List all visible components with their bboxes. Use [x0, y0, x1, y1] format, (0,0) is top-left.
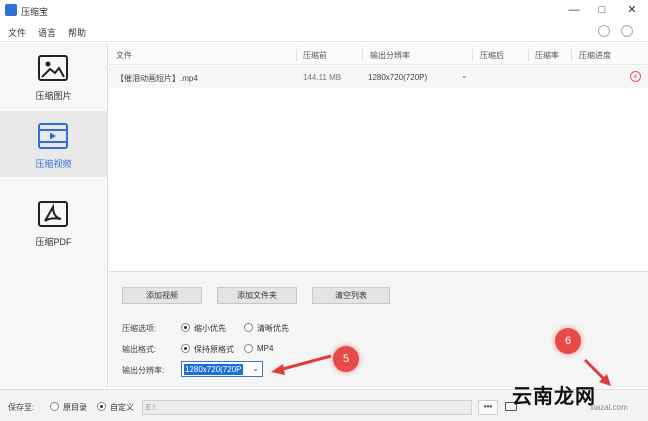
- file-name: 【催泪动画短片】.mp4: [116, 74, 198, 83]
- video-icon: [38, 123, 68, 149]
- menu-file[interactable]: 文件: [8, 26, 26, 39]
- sidebar-item-label: 压缩视频: [35, 159, 72, 169]
- sidebar-item-label: 压缩PDF: [35, 237, 72, 247]
- column-file: 文件: [116, 51, 132, 60]
- save-path-input[interactable]: E:\: [142, 400, 472, 415]
- menu-language[interactable]: 语言: [38, 26, 56, 39]
- add-video-button[interactable]: 添加视频: [122, 287, 202, 304]
- file-size-before: 144.11 MB: [303, 73, 342, 82]
- step-6-badge: 6: [555, 328, 581, 354]
- column-divider: [472, 47, 473, 61]
- output-format-label: 输出格式:: [122, 345, 157, 354]
- image-icon: [38, 55, 68, 81]
- column-divider: [296, 47, 297, 61]
- chevron-down-icon[interactable]: ⌄: [461, 71, 468, 80]
- user-icon[interactable]: [598, 25, 610, 37]
- sidebar-item-compress-pdf[interactable]: 压缩PDF: [0, 189, 107, 255]
- menu-help[interactable]: 帮助: [68, 26, 86, 39]
- annotation-arrow: [271, 354, 332, 375]
- sidebar-item-compress-image[interactable]: 压缩图片: [0, 43, 107, 109]
- column-divider: [362, 47, 363, 61]
- table-row[interactable]: 【催泪动画短片】.mp4 144.11 MB 1280x720(720P) ⌄ …: [109, 66, 648, 88]
- radio-original-dir-label[interactable]: 原目录: [63, 402, 87, 413]
- chevron-down-icon[interactable]: ⌄: [252, 364, 259, 373]
- watermark-text: 云南龙网: [512, 386, 596, 408]
- row-resolution-select[interactable]: 1280x720(720P): [368, 73, 427, 82]
- chat-icon[interactable]: [621, 25, 633, 37]
- radio-clear-priority-label[interactable]: 清晰优先: [257, 323, 289, 334]
- add-folder-button[interactable]: 添加文件夹: [217, 287, 297, 304]
- close-button[interactable]: ✕: [623, 2, 641, 18]
- column-after: 压缩后: [480, 51, 504, 60]
- column-before: 压缩前: [303, 51, 327, 60]
- watermark-url: xiazai.com: [590, 403, 628, 412]
- menu-bar: 文件 语言 帮助: [0, 20, 648, 42]
- compress-option-label: 压缩选项:: [122, 324, 157, 333]
- sidebar-item-compress-video[interactable]: 压缩视频: [0, 111, 107, 177]
- radio-original-dir[interactable]: [50, 402, 59, 411]
- sidebar-item-label: 压缩图片: [35, 91, 72, 101]
- radio-mp4[interactable]: [244, 344, 253, 353]
- browse-button[interactable]: •••: [478, 400, 498, 415]
- remove-file-icon[interactable]: ×: [630, 71, 641, 82]
- column-resolution: 输出分辨率: [370, 51, 410, 60]
- app-logo-icon: [5, 4, 17, 16]
- radio-custom-dir[interactable]: [97, 402, 106, 411]
- output-resolution-label: 输出分辨率:: [122, 366, 165, 375]
- app-title: 压缩宝: [21, 7, 49, 17]
- title-bar: 压缩宝 — □ ✕: [0, 0, 648, 20]
- clear-list-button[interactable]: 清空列表: [312, 287, 390, 304]
- radio-keep-format-label[interactable]: 保持原格式: [194, 344, 234, 355]
- column-divider: [528, 47, 529, 61]
- radio-custom-dir-label[interactable]: 自定义: [110, 402, 134, 413]
- minimize-button[interactable]: —: [565, 2, 583, 18]
- maximize-button[interactable]: □: [593, 2, 611, 18]
- radio-clear-priority[interactable]: [244, 323, 253, 332]
- file-table-header: 文件 压缩前 输出分辨率 压缩后 压缩率 压缩进度: [109, 43, 648, 65]
- column-ratio: 压缩率: [535, 51, 559, 60]
- pdf-icon: [38, 201, 68, 227]
- column-divider: [571, 47, 572, 61]
- resolution-select[interactable]: 1280x720(720P ⌄: [181, 361, 263, 377]
- radio-small-priority[interactable]: [181, 323, 190, 332]
- save-to-label: 保存至:: [8, 403, 35, 412]
- step-5-badge: 5: [333, 346, 359, 372]
- radio-keep-format[interactable]: [181, 344, 190, 353]
- column-progress: 压缩进度: [579, 51, 611, 60]
- radio-small-priority-label[interactable]: 缩小优先: [194, 323, 226, 334]
- sidebar: 压缩图片 压缩视频 压缩PDF: [0, 43, 108, 388]
- resolution-value: 1280x720(720P: [184, 364, 243, 375]
